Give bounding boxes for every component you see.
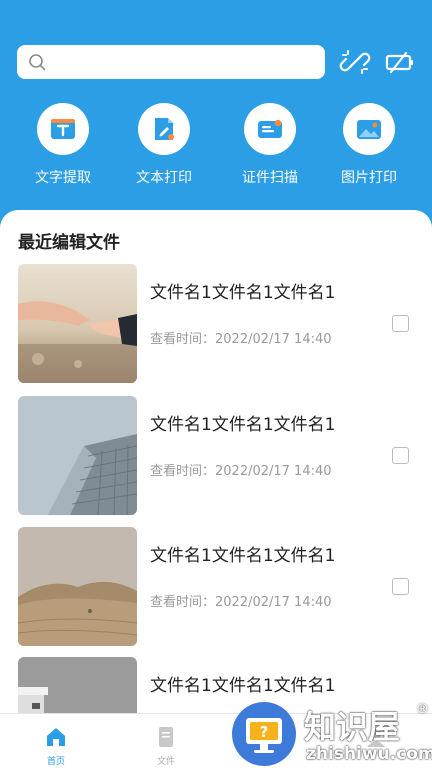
list-item[interactable]: 文件名1文件名1文件名1 查看时间：2022/02/17 14:40: [0, 527, 432, 647]
func-circle: [37, 103, 89, 155]
file-name: 文件名1文件名1文件名1: [150, 415, 336, 435]
func-label: 图片打印: [341, 170, 397, 186]
select-checkbox[interactable]: [392, 315, 409, 332]
building-photo: [18, 396, 137, 515]
func-label: 证件扫描: [242, 170, 298, 186]
battery-off-icon[interactable]: [384, 46, 416, 78]
image-icon: [357, 120, 381, 139]
view-time: 查看时间：2022/02/17 14:40: [150, 332, 332, 347]
func-text-print[interactable]: 文本打印: [124, 103, 204, 189]
grey-building-photo: [18, 657, 137, 713]
func-image-print[interactable]: 图片打印: [329, 103, 409, 189]
file-thumbnail: [18, 264, 137, 383]
select-checkbox[interactable]: [392, 447, 409, 464]
func-id-scan[interactable]: 证件扫描: [230, 103, 310, 189]
watermark-registered: ®: [416, 702, 429, 717]
select-checkbox[interactable]: [392, 578, 409, 595]
search-icon: [29, 54, 46, 71]
func-circle: [138, 103, 190, 155]
file-name: 文件名1文件名1文件名1: [150, 283, 336, 303]
hands-photo: [18, 264, 137, 383]
desert-photo: [18, 527, 137, 646]
func-label: 文字提取: [35, 170, 91, 186]
search-bar[interactable]: [17, 45, 325, 79]
nav-files[interactable]: 文件: [136, 726, 196, 767]
section-title: 最近编辑文件: [18, 233, 120, 253]
nav-home[interactable]: 首页: [26, 726, 86, 767]
svg-text:?: ?: [260, 723, 269, 741]
func-circle: [343, 103, 395, 155]
list-item[interactable]: 文件名1文件名1文件名1 查看时间：2022/02/17 14:40: [0, 396, 432, 516]
file-name: 文件名1文件名1文件名1: [150, 546, 336, 566]
file-thumbnail: [18, 396, 137, 515]
list-item[interactable]: 文件名1文件名1文件名1 查看时间：2022/02/17 14:40: [0, 264, 432, 384]
file-name: 文件名1文件名1文件名1: [150, 676, 336, 696]
func-circle: [244, 103, 296, 155]
document-print-icon: [155, 118, 174, 140]
func-text-extract[interactable]: 文字提取: [23, 103, 103, 189]
nav-files-label: 文件: [156, 757, 175, 767]
watermark-brand: 知识屋: [304, 708, 401, 746]
file-icon: [159, 727, 173, 747]
id-card-icon: [258, 119, 282, 138]
file-thumbnail: [18, 657, 137, 713]
func-label: 文本打印: [136, 170, 192, 186]
view-time: 查看时间：2022/02/17 14:40: [150, 464, 332, 479]
text-extract-icon: [51, 119, 75, 139]
nav-home-label: 首页: [46, 757, 65, 767]
watermark-domain: zhishiwu.com: [306, 744, 432, 764]
watermark-logo: ? 知识屋 ® zhishiwu.com: [230, 700, 432, 768]
view-time: 查看时间：2022/02/17 14:40: [150, 595, 332, 610]
home-icon: [47, 728, 65, 746]
file-thumbnail: [18, 527, 137, 646]
unlink-icon[interactable]: [339, 46, 371, 78]
screen: 文字提取 文本打印 证件扫描 图片打印 最近编辑文件 文件名1文件名1文件名1 …: [0, 0, 432, 768]
